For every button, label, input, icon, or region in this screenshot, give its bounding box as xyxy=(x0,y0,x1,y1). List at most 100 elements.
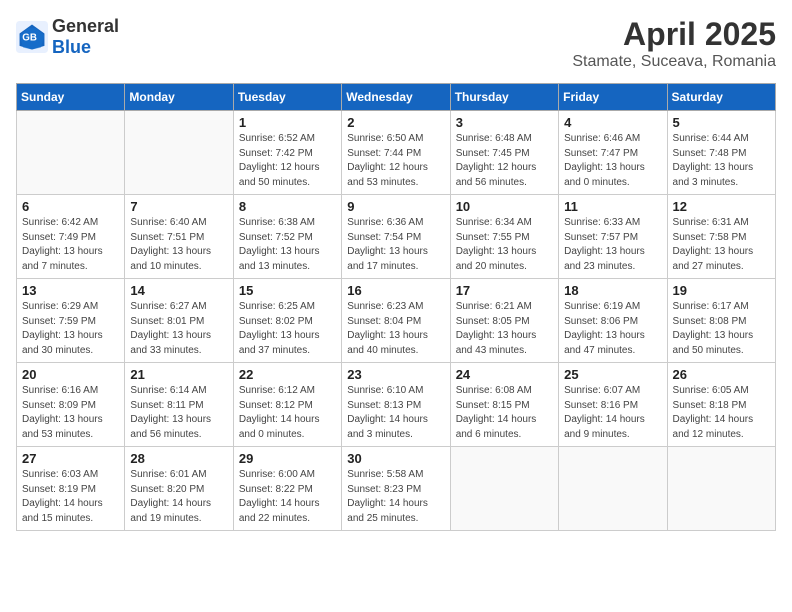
day-cell: 18 Sunrise: 6:19 AM Sunset: 8:06 PM Dayli… xyxy=(559,279,667,363)
day-info: Sunrise: 6:17 AM Sunset: 8:08 PM Dayligh… xyxy=(673,300,770,358)
week-row-3: 13Sunrise: 6:29 AM Sunset: 7:59 PM Dayli… xyxy=(17,279,776,363)
day-info: Sunrise: 6:21 AM Sunset: 8:05 PM Dayligh… xyxy=(456,300,553,358)
day-number: 20 xyxy=(22,367,119,382)
day-info: Sunrise: 6:19 AM Sunset: 8:06 PM Dayligh… xyxy=(564,300,661,358)
day-cell: 12 Sunrise: 6:31 AM Sunset: 7:58 PM Dayli… xyxy=(667,195,775,279)
day-info: Sunrise: 6:10 AM Sunset: 8:13 PM Dayligh… xyxy=(347,384,444,442)
day-cell: 23 Sunrise: 6:10 AM Sunset: 8:13 PM Dayli… xyxy=(342,363,450,447)
day-number: 18 xyxy=(564,283,661,298)
day-cell: 5 Sunrise: 6:44 AM Sunset: 7:48 PM Daylig… xyxy=(667,111,775,195)
day-cell: 9 Sunrise: 6:36 AM Sunset: 7:54 PM Daylig… xyxy=(342,195,450,279)
day-cell: 6 Sunrise: 6:42 AM Sunset: 7:49 PM Daylig… xyxy=(17,195,125,279)
day-cell: 20 Sunrise: 6:16 AM Sunset: 8:09 PM Dayli… xyxy=(17,363,125,447)
day-info: Sunrise: 6:31 AM Sunset: 7:58 PM Dayligh… xyxy=(673,216,770,274)
day-info: Sunrise: 5:58 AM Sunset: 8:23 PM Dayligh… xyxy=(347,468,444,526)
day-cell: 21Sunrise: 6:14 AM Sunset: 8:11 PM Dayli… xyxy=(125,363,233,447)
day-cell: 3 Sunrise: 6:48 AM Sunset: 7:45 PM Daylig… xyxy=(450,111,558,195)
day-number: 7 xyxy=(130,199,227,214)
location-title: Stamate, Suceava, Romania xyxy=(572,53,776,71)
day-info: Sunrise: 6:48 AM Sunset: 7:45 PM Dayligh… xyxy=(456,132,553,190)
day-number: 9 xyxy=(347,199,444,214)
day-info: Sunrise: 6:01 AM Sunset: 8:20 PM Dayligh… xyxy=(130,468,227,526)
day-number: 22 xyxy=(239,367,336,382)
day-cell: 8 Sunrise: 6:38 AM Sunset: 7:52 PM Daylig… xyxy=(233,195,341,279)
day-number: 8 xyxy=(239,199,336,214)
weekday-wednesday: Wednesday xyxy=(342,84,450,111)
day-info: Sunrise: 6:38 AM Sunset: 7:52 PM Dayligh… xyxy=(239,216,336,274)
week-row-2: 6 Sunrise: 6:42 AM Sunset: 7:49 PM Daylig… xyxy=(17,195,776,279)
day-cell: 28Sunrise: 6:01 AM Sunset: 8:20 PM Dayli… xyxy=(125,447,233,531)
day-number: 5 xyxy=(673,115,770,130)
weekday-tuesday: Tuesday xyxy=(233,84,341,111)
day-number: 17 xyxy=(456,283,553,298)
day-number: 10 xyxy=(456,199,553,214)
day-cell: 24 Sunrise: 6:08 AM Sunset: 8:15 PM Dayli… xyxy=(450,363,558,447)
day-cell: 17 Sunrise: 6:21 AM Sunset: 8:05 PM Dayli… xyxy=(450,279,558,363)
day-info: Sunrise: 6:52 AM Sunset: 7:42 PM Dayligh… xyxy=(239,132,336,190)
day-number: 3 xyxy=(456,115,553,130)
day-cell: 1 Sunrise: 6:52 AM Sunset: 7:42 PM Daylig… xyxy=(233,111,341,195)
day-number: 30 xyxy=(347,451,444,466)
day-info: Sunrise: 6:36 AM Sunset: 7:54 PM Dayligh… xyxy=(347,216,444,274)
day-info: Sunrise: 6:44 AM Sunset: 7:48 PM Dayligh… xyxy=(673,132,770,190)
day-info: Sunrise: 6:03 AM Sunset: 8:19 PM Dayligh… xyxy=(22,468,119,526)
day-info: Sunrise: 6:50 AM Sunset: 7:44 PM Dayligh… xyxy=(347,132,444,190)
weekday-sunday: Sunday xyxy=(17,84,125,111)
day-cell: 11 Sunrise: 6:33 AM Sunset: 7:57 PM Dayli… xyxy=(559,195,667,279)
day-info: Sunrise: 6:16 AM Sunset: 8:09 PM Dayligh… xyxy=(22,384,119,442)
day-number: 14 xyxy=(130,283,227,298)
month-title: April 2025 xyxy=(572,16,776,53)
calendar-body: 1 Sunrise: 6:52 AM Sunset: 7:42 PM Daylig… xyxy=(17,111,776,531)
day-number: 2 xyxy=(347,115,444,130)
header: GB General Blue April 2025 Stamate, Suce… xyxy=(16,16,776,71)
day-info: Sunrise: 6:08 AM Sunset: 8:15 PM Dayligh… xyxy=(456,384,553,442)
day-cell: 10Sunrise: 6:34 AM Sunset: 7:55 PM Dayli… xyxy=(450,195,558,279)
title-area: April 2025 Stamate, Suceava, Romania xyxy=(572,16,776,71)
day-number: 11 xyxy=(564,199,661,214)
generalblue-logo-icon: GB xyxy=(16,21,48,53)
day-info: Sunrise: 6:40 AM Sunset: 7:51 PM Dayligh… xyxy=(130,216,227,274)
day-cell xyxy=(125,111,233,195)
day-cell: 13Sunrise: 6:29 AM Sunset: 7:59 PM Dayli… xyxy=(17,279,125,363)
day-info: Sunrise: 6:12 AM Sunset: 8:12 PM Dayligh… xyxy=(239,384,336,442)
day-cell: 15Sunrise: 6:25 AM Sunset: 8:02 PM Dayli… xyxy=(233,279,341,363)
week-row-1: 1 Sunrise: 6:52 AM Sunset: 7:42 PM Daylig… xyxy=(17,111,776,195)
day-cell: 16Sunrise: 6:23 AM Sunset: 8:04 PM Dayli… xyxy=(342,279,450,363)
day-cell: 7 Sunrise: 6:40 AM Sunset: 7:51 PM Daylig… xyxy=(125,195,233,279)
weekday-header-row: SundayMondayTuesdayWednesdayThursdayFrid… xyxy=(17,84,776,111)
day-cell xyxy=(559,447,667,531)
day-info: Sunrise: 6:46 AM Sunset: 7:47 PM Dayligh… xyxy=(564,132,661,190)
day-cell xyxy=(667,447,775,531)
day-cell: 26 Sunrise: 6:05 AM Sunset: 8:18 PM Dayli… xyxy=(667,363,775,447)
day-number: 16 xyxy=(347,283,444,298)
day-info: Sunrise: 6:00 AM Sunset: 8:22 PM Dayligh… xyxy=(239,468,336,526)
day-cell: 4 Sunrise: 6:46 AM Sunset: 7:47 PM Daylig… xyxy=(559,111,667,195)
day-cell: 27 Sunrise: 6:03 AM Sunset: 8:19 PM Dayli… xyxy=(17,447,125,531)
day-number: 27 xyxy=(22,451,119,466)
weekday-friday: Friday xyxy=(559,84,667,111)
day-cell: 19 Sunrise: 6:17 AM Sunset: 8:08 PM Dayli… xyxy=(667,279,775,363)
weekday-thursday: Thursday xyxy=(450,84,558,111)
day-number: 4 xyxy=(564,115,661,130)
day-number: 1 xyxy=(239,115,336,130)
day-cell: 2 Sunrise: 6:50 AM Sunset: 7:44 PM Daylig… xyxy=(342,111,450,195)
day-number: 26 xyxy=(673,367,770,382)
day-number: 23 xyxy=(347,367,444,382)
day-number: 24 xyxy=(456,367,553,382)
logo: GB General Blue xyxy=(16,16,119,58)
day-number: 19 xyxy=(673,283,770,298)
day-cell: 22 Sunrise: 6:12 AM Sunset: 8:12 PM Dayli… xyxy=(233,363,341,447)
day-number: 29 xyxy=(239,451,336,466)
day-cell xyxy=(450,447,558,531)
logo-text: General Blue xyxy=(52,16,119,58)
svg-text:GB: GB xyxy=(22,33,37,44)
day-number: 25 xyxy=(564,367,661,382)
day-info: Sunrise: 6:42 AM Sunset: 7:49 PM Dayligh… xyxy=(22,216,119,274)
day-number: 13 xyxy=(22,283,119,298)
day-info: Sunrise: 6:07 AM Sunset: 8:16 PM Dayligh… xyxy=(564,384,661,442)
day-number: 6 xyxy=(22,199,119,214)
week-row-4: 20 Sunrise: 6:16 AM Sunset: 8:09 PM Dayli… xyxy=(17,363,776,447)
day-number: 12 xyxy=(673,199,770,214)
day-info: Sunrise: 6:05 AM Sunset: 8:18 PM Dayligh… xyxy=(673,384,770,442)
day-info: Sunrise: 6:33 AM Sunset: 7:57 PM Dayligh… xyxy=(564,216,661,274)
